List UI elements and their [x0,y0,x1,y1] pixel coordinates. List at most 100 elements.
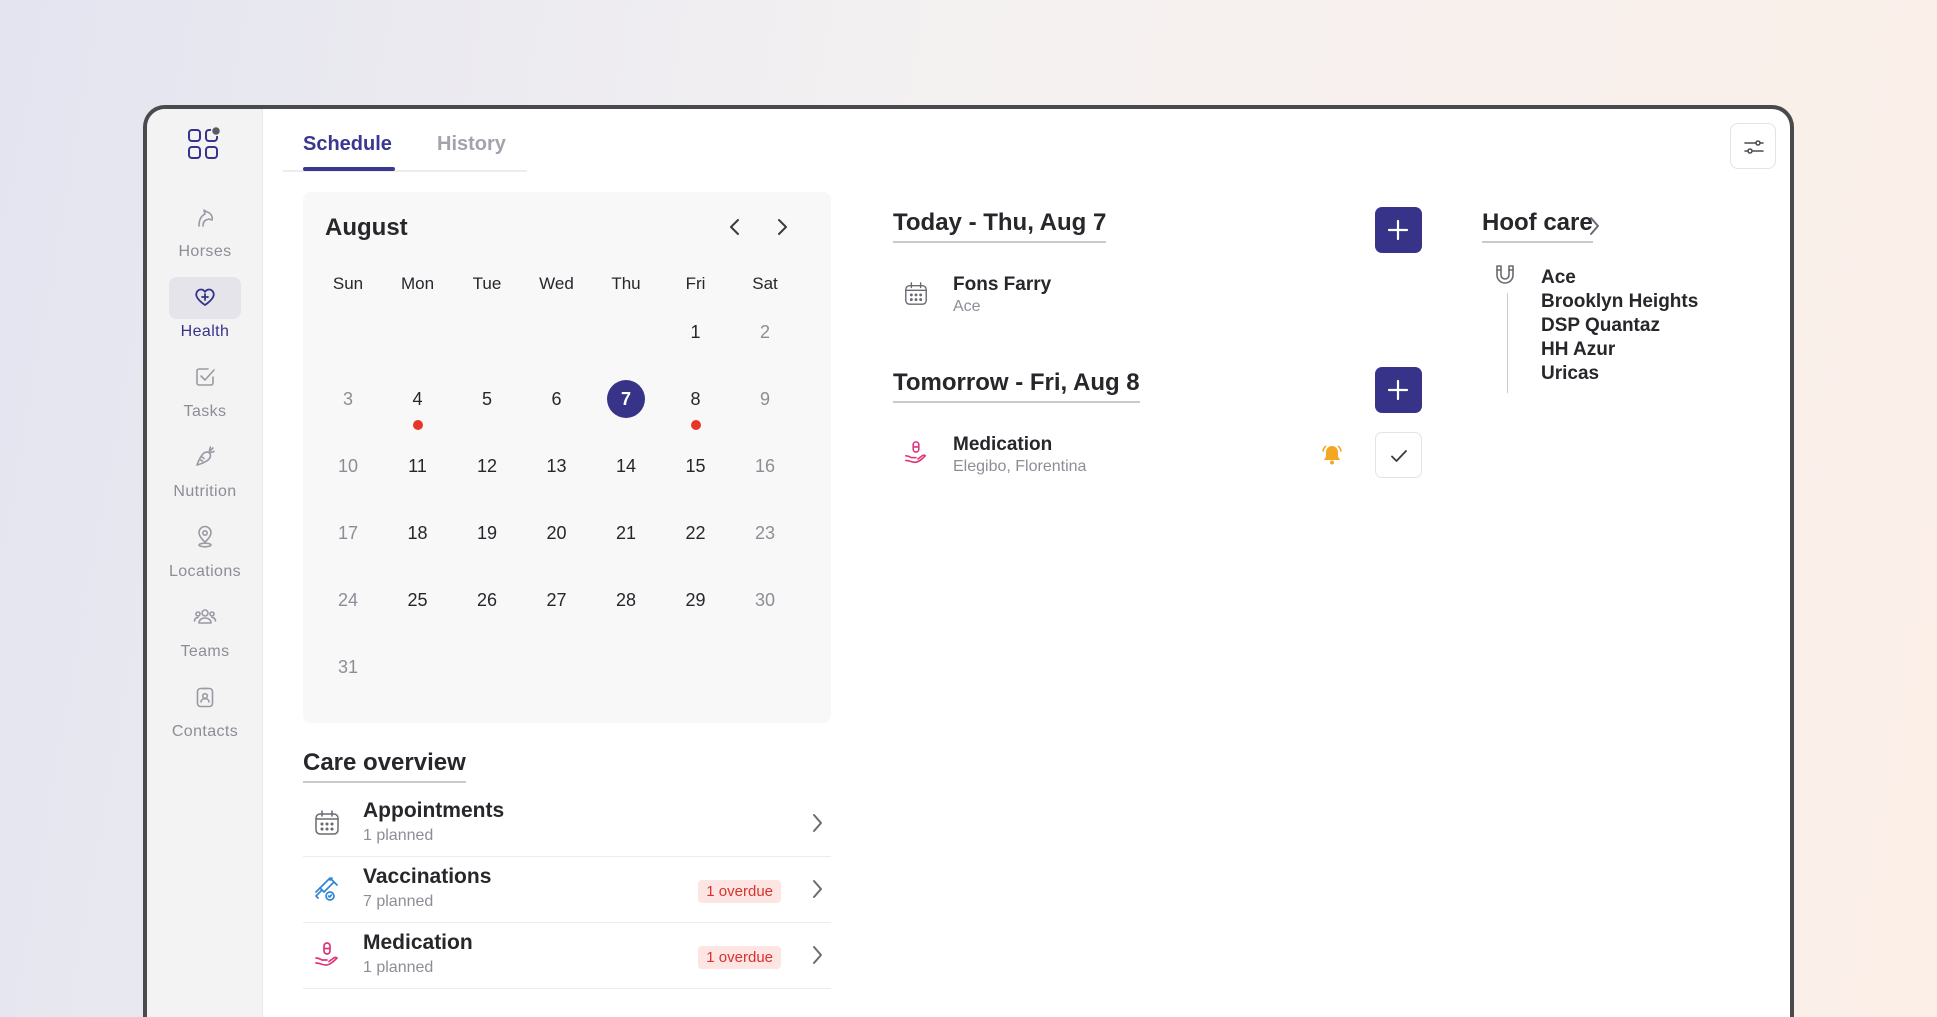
calendar-day[interactable]: 9 [735,379,795,419]
calendar-day[interactable]: 29 [666,580,726,620]
calendar-day[interactable]: 10 [318,446,378,486]
calendar-day[interactable]: 17 [318,513,378,553]
tomorrow-event-title[interactable]: Medication [953,434,1052,456]
care-row-appointments[interactable]: Appointments 1 planned [303,791,831,857]
care-overview-title: Care overview [303,749,466,783]
sidebar-item-locations[interactable]: Locations [147,517,263,581]
calendar-day[interactable]: 5 [457,379,517,419]
care-row-vaccinations[interactable]: Vaccinations 7 planned 1 overdue [303,857,831,923]
tomorrow-title: Tomorrow - Fri, Aug 8 [893,369,1140,403]
calendar-day-number: 10 [337,456,359,476]
tomorrow-event-subtitle: Elegibo, Florentina [953,458,1087,475]
calendar-day-number: 29 [685,590,706,610]
tab-history[interactable]: History [437,133,506,156]
calendar-day[interactable]: 25 [388,580,448,620]
calendar-day[interactable]: 12 [457,446,517,486]
calendar-day[interactable]: 13 [527,446,587,486]
chevron-right-icon[interactable] [1588,216,1600,241]
sidebar-item-label: Locations [168,563,242,580]
calendar-day[interactable]: 3 [318,379,378,419]
calendar-day-number: 19 [476,523,498,543]
calendar-day-number: 15 [685,456,706,476]
calendar-day[interactable]: 11 [388,446,448,486]
calendar-day[interactable]: 24 [318,580,378,620]
sidebar-item-tasks[interactable]: Tasks [147,357,263,421]
calendar-day[interactable]: 27 [527,580,587,620]
hoof-care-horse[interactable]: Brooklyn Heights [1541,291,1698,313]
calendar-day-number: 12 [476,456,498,476]
hoof-care-horse[interactable]: HH Azur [1541,339,1615,361]
app-grid-icon[interactable] [187,125,222,161]
chevron-right-icon [811,813,823,838]
calendar-day-number: 17 [337,523,359,543]
calendar-day-number: 3 [342,389,353,409]
calendar-day[interactable]: 26 [457,580,517,620]
hoof-care-horse[interactable]: DSP Quantaz [1541,315,1660,337]
calendar-day-number: 8 [690,389,701,409]
calendar-day-number: 11 [408,456,427,476]
calendar-day-number: 30 [754,590,776,610]
sidebar-item-label: Health [180,323,230,340]
tab-bar: Schedule History [283,109,527,172]
sidebar-item-label: Contacts [171,723,239,740]
mark-done-button[interactable] [1375,432,1422,478]
calendar-day-number: 1 [690,322,701,342]
sidebar-item-horses[interactable]: Horses [147,197,263,261]
sidebar-item-health[interactable]: Health [147,277,263,341]
sidebar-item-contacts[interactable]: Contacts [147,677,263,741]
calendar-day[interactable]: 30 [735,580,795,620]
heart-plus-icon [169,277,241,319]
calendar-day-number: 5 [481,389,492,409]
bell-ringing-icon[interactable] [1320,443,1344,472]
today-event-subtitle: Ace [953,298,981,315]
calendar-day-number: 31 [337,657,359,677]
calendar-day[interactable]: 18 [388,513,448,553]
calendar-day-number: 22 [685,523,706,543]
hoof-care-title[interactable]: Hoof care [1482,209,1593,243]
calendar-day[interactable]: 19 [457,513,517,553]
calendar-day[interactable]: 14 [596,446,656,486]
hoof-care-horse[interactable]: Ace [1541,267,1576,289]
calendar-day[interactable]: 23 [735,513,795,553]
care-row-medication[interactable]: Medication 1 planned 1 overdue [303,923,831,989]
weekday-header: Fri [685,274,706,293]
syringe-icon [313,875,341,908]
weekday-header: Wed [539,274,574,293]
calendar-day[interactable]: 16 [735,446,795,486]
tab-schedule[interactable]: Schedule [303,133,392,156]
calendar-day[interactable]: 15 [666,446,726,486]
calendar-day[interactable]: 31 [318,647,378,687]
calendar-day[interactable]: 21 [596,513,656,553]
calendar-day[interactable]: 28 [596,580,656,620]
add-tomorrow-event-button[interactable] [1375,367,1422,413]
care-item-subtitle: 7 planned [363,893,434,910]
calendar-day[interactable]: 20 [527,513,587,553]
calendar-day-number: 9 [759,389,770,409]
add-today-event-button[interactable] [1375,207,1422,253]
care-item-title: Appointments [363,799,505,822]
calendar-day[interactable]: 7 [596,379,656,419]
hoof-care-horse[interactable]: Uricas [1541,363,1599,385]
carrot-icon [169,437,241,479]
next-month-button[interactable] [767,212,797,242]
sidebar-item-nutrition[interactable]: Nutrition [147,437,263,501]
calendar-day[interactable]: 1 [666,312,726,352]
overdue-badge: 1 overdue [698,946,781,969]
calendar-day[interactable]: 8 [666,379,726,419]
calendar: August Sun Mon Tue Wed Thu Fri Sat 1 2 3 4 5 6 7 8 9 10… [303,192,831,723]
today-event-title[interactable]: Fons Farry [953,274,1051,296]
calendar-day[interactable]: 4 [388,379,448,419]
checkbox-icon [169,357,241,399]
previous-month-button[interactable] [720,212,750,242]
calendar-day[interactable]: 22 [666,513,726,553]
calendar-day-number: 27 [546,590,567,610]
contact-card-icon [169,677,241,719]
filter-button[interactable] [1730,123,1776,169]
calendar-day-number: 20 [546,523,567,543]
calendar-day[interactable]: 2 [735,312,795,352]
calendar-day[interactable]: 6 [527,379,587,419]
care-item-title: Medication [363,931,473,954]
care-item-subtitle: 1 planned [363,959,434,976]
sidebar-item-teams[interactable]: Teams [147,597,263,661]
chevron-right-icon [811,879,823,904]
